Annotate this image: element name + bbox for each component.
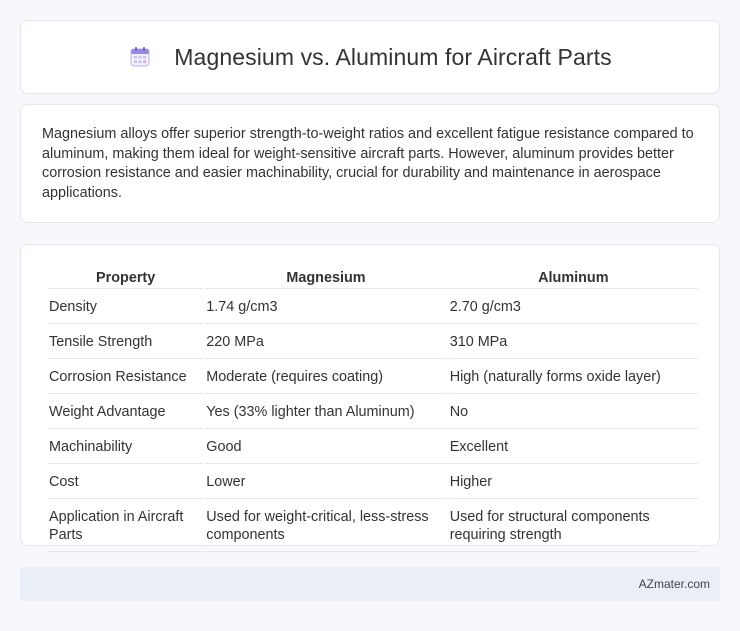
cell-aluminum: Excellent [448,431,698,464]
comparison-table: Property Magnesium Aluminum Density 1.74… [46,265,700,554]
cell-aluminum: High (naturally forms oxide layer) [448,361,698,394]
cell-magnesium: Moderate (requires coating) [205,361,447,394]
cell-magnesium: 1.74 g/cm3 [205,291,447,324]
cell-aluminum: No [448,396,698,429]
summary-text: Magnesium alloys offer superior strength… [42,126,694,201]
page-title: Magnesium vs. Aluminum for Aircraft Part… [174,43,612,70]
table-row: Weight Advantage Yes (33% lighter than A… [48,396,698,429]
cell-property: Machinability [48,431,204,464]
cell-magnesium: Used for weight-critical, less-stress co… [205,501,447,552]
cell-property: Tensile Strength [48,326,204,359]
cell-aluminum: Used for structural components requiring… [448,501,698,552]
cell-property: Weight Advantage [48,396,204,429]
cell-property: Corrosion Resistance [48,361,204,394]
calendar-icon [128,45,152,69]
cell-aluminum: 2.70 g/cm3 [448,291,698,324]
table-row: Cost Lower Higher [48,466,698,499]
cell-property: Application in Aircraft Parts [48,501,204,552]
table-row: Application in Aircraft Parts Used for w… [48,501,698,552]
header-magnesium: Magnesium [205,267,447,289]
cell-property: Cost [48,466,204,499]
footer-bar: AZmater.com [20,567,720,601]
header-card: Magnesium vs. Aluminum for Aircraft Part… [20,20,720,94]
comparison-table-card: Property Magnesium Aluminum Density 1.74… [20,244,720,552]
cell-magnesium: Yes (33% lighter than Aluminum) [205,396,447,429]
cell-magnesium: Lower [205,466,447,499]
summary-card: Magnesium alloys offer superior strength… [20,104,720,223]
cell-aluminum: 310 MPa [448,326,698,359]
header-aluminum: Aluminum [448,267,698,289]
cell-aluminum: Higher [448,466,698,499]
cell-magnesium: Good [205,431,447,464]
cell-property: Density [48,291,204,324]
table-row: Corrosion Resistance Moderate (requires … [48,361,698,394]
table-row: Density 1.74 g/cm3 2.70 g/cm3 [48,291,698,324]
footer-brand: AZmater.com [638,577,710,591]
table-row: Tensile Strength 220 MPa 310 MPa [48,326,698,359]
table-row: Machinability Good Excellent [48,431,698,464]
header-property: Property [48,267,204,289]
cell-magnesium: 220 MPa [205,326,447,359]
table-header-row: Property Magnesium Aluminum [48,267,698,289]
